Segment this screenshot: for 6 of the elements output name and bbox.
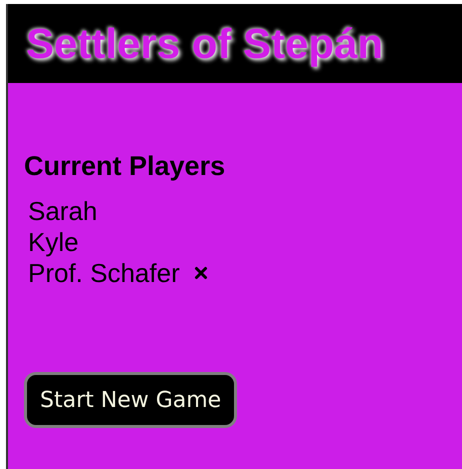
player-name: Prof. Schafer [28,258,180,288]
player-name: Sarah [28,196,98,226]
player-name: Kyle [28,226,79,256]
section-heading: Current Players [24,151,226,181]
app-title: Settlers of Stepán [26,19,384,69]
start-game-button[interactable]: Start New Game [24,372,238,428]
